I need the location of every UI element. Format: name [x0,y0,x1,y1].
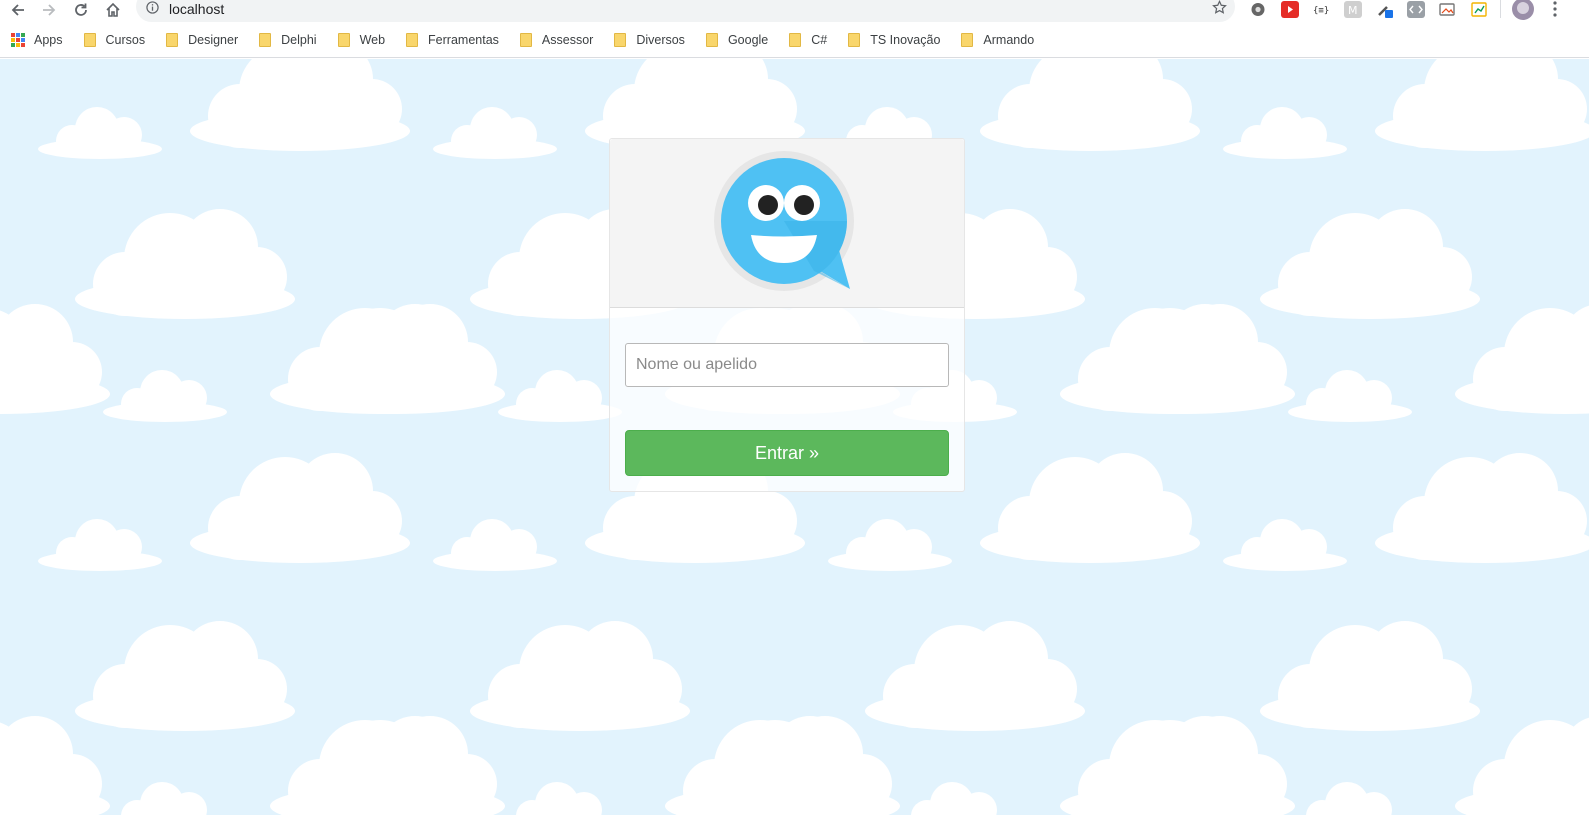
enter-button[interactable]: Entrar » [625,430,949,476]
folder-icon [705,32,718,47]
bookmark-ts-inovacao[interactable]: TS Inovação [848,28,940,52]
code-extension-icon[interactable] [1407,1,1425,18]
bookmark-designer[interactable]: Designer [166,28,238,52]
chart-extension-icon[interactable] [1470,1,1488,18]
bookmark-label: Designer [188,32,239,47]
bookmark-csharp[interactable]: C# [789,28,827,52]
back-button[interactable] [7,0,29,20]
bookmark-label: Delphi [281,32,317,47]
bookmarks-bar: Apps Cursos Designer Delphi Web Ferramen… [0,22,1589,58]
youtube-extension-icon[interactable] [1281,1,1299,18]
json-extension-icon[interactable]: {≡} [1312,1,1330,18]
bookmark-label: Ferramentas [428,32,499,47]
bookmark-label: Diversos [636,32,685,47]
login-card: Entrar » [609,138,965,492]
forward-arrow-icon [43,4,56,16]
profile-avatar[interactable] [1512,0,1534,20]
name-input[interactable] [625,343,949,387]
folder-icon [614,32,627,47]
bookmark-label: Cursos [105,32,146,47]
smiling-chat-bubble-icon [714,151,854,291]
toolbar-divider [1500,0,1501,18]
settings-extension-icon[interactable] [1249,1,1267,18]
url-text[interactable]: localhost [169,1,224,17]
login-card-header [610,139,964,308]
folder-icon [337,32,350,47]
svg-text:M: M [1348,4,1358,17]
folder-icon [961,32,974,47]
home-icon [106,2,120,17]
folder-icon [406,32,419,47]
bookmark-apps[interactable]: Apps [11,28,63,52]
bookmark-cursos[interactable]: Cursos [83,28,146,52]
bookmark-diversos[interactable]: Diversos [614,28,685,52]
folder-icon [789,32,802,47]
apps-icon [11,32,25,47]
bookmark-web[interactable]: Web [337,28,386,52]
bookmark-label: Web [359,32,386,47]
bookmark-armando[interactable]: Armando [961,28,1034,52]
bookmark-label: Apps [34,32,63,47]
bookmark-star-icon[interactable] [1212,0,1227,15]
back-arrow-icon [11,4,24,16]
home-button[interactable] [102,0,124,20]
bookmark-label: Google [727,32,769,47]
browser-toolbar: localhost {≡} M [0,0,1589,22]
bookmark-assessor[interactable]: Assessor [519,28,594,52]
svg-text:{≡}: {≡} [1313,6,1329,16]
folder-icon [848,32,861,47]
eyedropper-extension-icon[interactable] [1376,1,1394,18]
bookmark-google[interactable]: Google [705,28,769,52]
bookmark-ferramentas[interactable]: Ferramentas [406,28,499,52]
reload-button[interactable] [70,0,92,20]
folder-icon [519,32,532,47]
address-bar[interactable]: localhost [136,0,1235,22]
screenshot-extension-icon[interactable] [1438,1,1456,18]
more-vertical-icon [1553,1,1557,17]
folder-icon [166,32,179,47]
bookmark-label: TS Inovação [870,32,941,47]
info-icon[interactable] [146,1,159,14]
folder-icon [259,32,272,47]
reload-icon [75,3,87,16]
m-extension-icon[interactable]: M [1344,1,1362,18]
page-background: Entrar » [0,59,1589,815]
bookmark-label: Armando [983,32,1035,47]
browser-menu-button[interactable] [1548,0,1562,20]
bookmark-label: C# [811,32,828,47]
bookmark-label: Assessor [541,32,594,47]
bookmark-delphi[interactable]: Delphi [259,28,317,52]
folder-icon [83,32,96,47]
forward-button[interactable] [38,0,60,20]
